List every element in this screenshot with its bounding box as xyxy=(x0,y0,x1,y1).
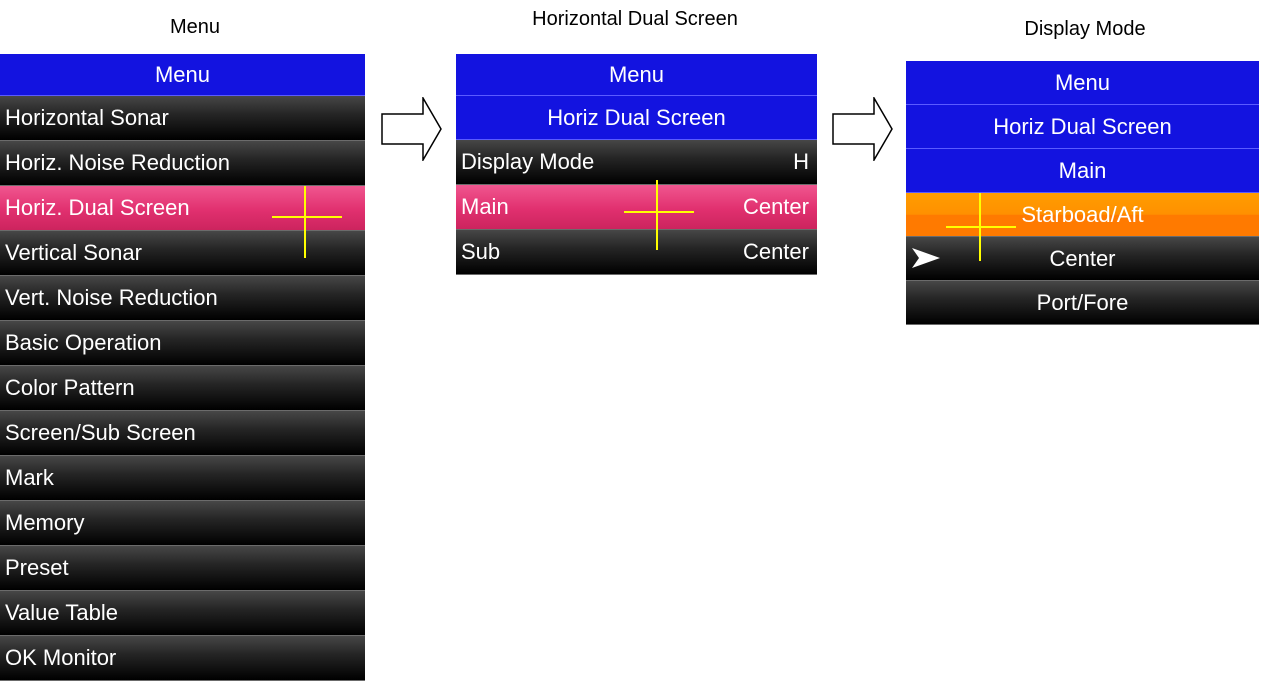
menu-item-color-pattern[interactable]: Color Pattern xyxy=(0,366,365,411)
menu-item-label: Vert. Noise Reduction xyxy=(5,285,218,310)
option-label: Port/Fore xyxy=(1036,289,1129,315)
horiz-panel-menu-title-bar: Menu xyxy=(456,54,817,96)
menu-item-vert-noise-reduction[interactable]: Vert. Noise Reduction xyxy=(0,276,365,321)
menu-item-label: Basic Operation xyxy=(5,330,162,355)
menu-item-ok-monitor[interactable]: OK Monitor xyxy=(0,636,365,681)
horiz-panel-menu-title: Menu xyxy=(608,61,665,87)
menu-item-label: Mark xyxy=(5,465,54,490)
display-panel-subtitle: Horiz Dual Screen xyxy=(993,113,1172,139)
menu-item-vertical-sonar[interactable]: Vertical Sonar xyxy=(0,231,365,276)
menu-item-horizontal-sonar[interactable]: Horizontal Sonar xyxy=(0,96,365,141)
option-label: Starboad/Aft xyxy=(1021,201,1144,227)
horiz-dual-screen-panel: Menu Horiz Dual Screen Display Mode H Ma… xyxy=(456,54,817,275)
setting-label: Sub xyxy=(461,239,501,264)
caption-display-mode: Display Mode xyxy=(1024,18,1146,40)
setting-sub[interactable]: Sub Center xyxy=(456,230,817,275)
setting-label: Main xyxy=(461,194,509,219)
display-panel-subtitle-bar: Horiz Dual Screen xyxy=(906,105,1259,149)
menu-item-label: Vertical Sonar xyxy=(5,240,142,265)
menu-item-label: Horiz. Dual Screen xyxy=(5,195,190,220)
display-mode-panel: Menu Horiz Dual Screen Main Starboad/Aft… xyxy=(906,61,1259,325)
option-label: Center xyxy=(1049,245,1116,271)
menu-item-memory[interactable]: Memory xyxy=(0,501,365,546)
display-panel-main-title: Main xyxy=(1058,157,1107,183)
horiz-panel-subtitle: Horiz Dual Screen xyxy=(547,104,726,130)
menu-item-label: OK Monitor xyxy=(5,645,117,670)
right-arrow-outline-icon xyxy=(381,97,442,161)
menu-item-mark[interactable]: Mark xyxy=(0,456,365,501)
setting-label: Display Mode xyxy=(461,149,595,174)
option-port-fore[interactable]: Port/Fore xyxy=(906,281,1259,325)
right-arrow-outline-icon xyxy=(832,97,893,161)
display-panel-main-bar: Main xyxy=(906,149,1259,193)
option-center[interactable]: Center xyxy=(906,237,1259,281)
caption-horizontal-dual-screen: Horizontal Dual Screen xyxy=(532,8,738,30)
caption-menu: Menu xyxy=(169,16,221,38)
menu-item-horiz-dual-screen[interactable]: Horiz. Dual Screen xyxy=(0,186,365,231)
setting-value: Center xyxy=(742,239,809,264)
menu-item-horiz-noise-reduction[interactable]: Horiz. Noise Reduction xyxy=(0,141,365,186)
menu-title: Menu xyxy=(154,61,211,87)
menu-item-label: Horiz. Noise Reduction xyxy=(5,150,230,175)
menu-title-bar: Menu xyxy=(0,54,365,96)
display-panel-menu-title: Menu xyxy=(1054,69,1111,95)
pointer-arrow-icon xyxy=(912,248,940,268)
menu-item-label: Horizontal Sonar xyxy=(5,105,169,130)
setting-value: Center xyxy=(742,194,809,219)
menu-item-label: Value Table xyxy=(5,600,118,625)
menu-item-preset[interactable]: Preset xyxy=(0,546,365,591)
menu-item-screen-sub-screen[interactable]: Screen/Sub Screen xyxy=(0,411,365,456)
menu-item-label: Screen/Sub Screen xyxy=(5,420,196,445)
menu-item-label: Preset xyxy=(5,555,69,580)
setting-main[interactable]: Main Center xyxy=(456,185,817,230)
menu-panel: Menu Horizontal Sonar Horiz. Noise Reduc… xyxy=(0,54,365,681)
display-panel-menu-title-bar: Menu xyxy=(906,61,1259,105)
menu-item-value-table[interactable]: Value Table xyxy=(0,591,365,636)
menu-item-label: Memory xyxy=(5,510,85,535)
menu-item-label: Color Pattern xyxy=(5,375,135,400)
setting-value: H xyxy=(793,149,809,174)
menu-item-basic-operation[interactable]: Basic Operation xyxy=(0,321,365,366)
setting-display-mode[interactable]: Display Mode H xyxy=(456,140,817,185)
option-starboad-aft[interactable]: Starboad/Aft xyxy=(906,193,1259,237)
horiz-panel-subtitle-bar: Horiz Dual Screen xyxy=(456,96,817,140)
